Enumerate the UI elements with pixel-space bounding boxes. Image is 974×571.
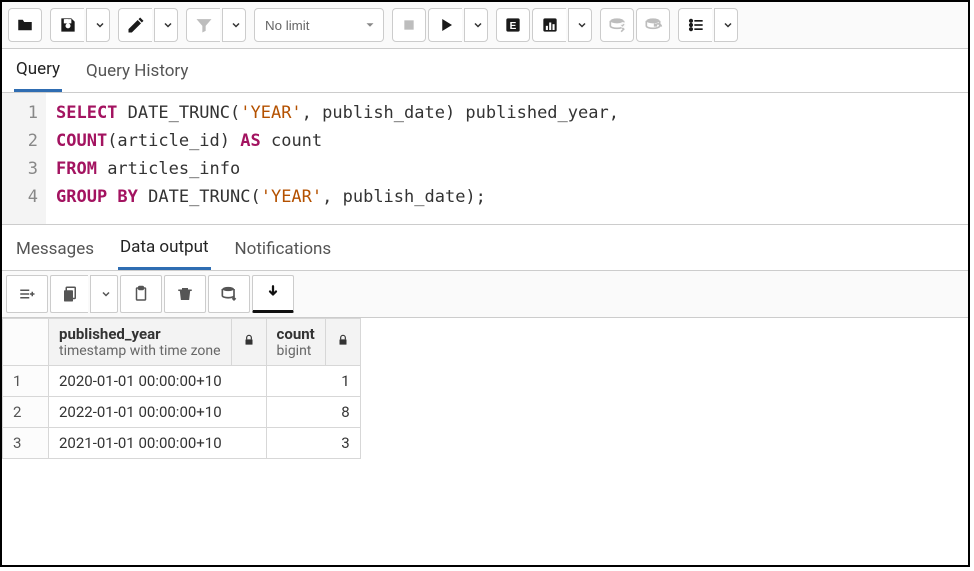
chevron-down-icon [363,18,377,32]
download-button[interactable] [252,275,294,313]
chevron-down-icon [230,19,242,31]
column-header-count[interactable]: count bigint [266,319,325,366]
clipboard-icon [132,284,150,304]
tab-messages[interactable]: Messages [14,231,96,269]
play-icon [437,16,455,34]
chevron-down-icon [576,19,588,31]
chevron-down-icon [94,19,106,31]
column-lock-count [325,319,360,366]
sql-editor[interactable]: 1234 SELECT DATE_TRUNC('YEAR', publish_d… [2,93,968,225]
column-type-label: bigint [277,343,315,359]
explain-icon: E [503,15,523,35]
row-limit-select[interactable]: No limit [254,8,384,42]
data-output-grid: published_year timestamp with time zone … [2,318,968,565]
delete-row-button[interactable] [164,275,206,313]
table-row[interactable]: 12020-01-01 00:00:00+101 [3,366,361,397]
code-line: COUNT(article_id) AS count [56,127,619,155]
chevron-down-icon [472,19,484,31]
row-number[interactable]: 3 [3,428,49,459]
results-toolbar [2,271,968,318]
cell-count[interactable]: 8 [266,397,360,428]
filter-icon [194,15,214,35]
add-row-button[interactable] [6,275,48,313]
edit-dropdown-button[interactable] [154,8,178,42]
rollback-button[interactable] [636,8,670,42]
lock-icon [242,332,256,348]
add-row-icon [16,285,38,303]
tab-data-output[interactable]: Data output [118,229,211,270]
open-file-button[interactable] [8,8,42,42]
save-data-button[interactable] [208,275,250,313]
filter-dropdown-button[interactable] [222,8,246,42]
stop-icon [401,17,417,33]
column-type-label: timestamp with time zone [59,343,221,359]
cell-count[interactable]: 3 [266,428,360,459]
chevron-down-icon [162,19,174,31]
folder-icon [15,16,35,34]
table-row[interactable]: 22022-01-01 00:00:00+108 [3,397,361,428]
line-number: 2 [2,127,38,155]
column-name-label: published_year [59,325,221,343]
explain-analyze-button[interactable] [532,8,566,42]
result-table: published_year timestamp with time zone … [2,318,361,459]
tab-query-history[interactable]: Query History [84,53,190,91]
copy-dropdown-button[interactable] [90,275,118,313]
tab-notifications[interactable]: Notifications [233,231,334,269]
copy-button[interactable] [50,275,88,313]
editor-tabs: Query Query History [2,49,968,93]
editor-gutter: 1234 [2,93,46,224]
paste-button[interactable] [120,275,162,313]
macros-button[interactable] [678,8,712,42]
row-number[interactable]: 2 [3,397,49,428]
filter-button[interactable] [186,8,220,42]
line-number: 3 [2,155,38,183]
copy-icon [61,284,79,304]
save-button[interactable] [50,8,84,42]
pencil-icon [126,15,146,35]
chevron-down-icon [100,288,112,300]
column-name-label: count [277,325,315,343]
download-icon [264,284,282,302]
row-limit-label: No limit [265,18,309,33]
tab-query[interactable]: Query [14,51,62,92]
editor-code[interactable]: SELECT DATE_TRUNC('YEAR', publish_date) … [46,93,629,224]
svg-text:E: E [510,21,517,32]
list-icon [686,15,706,35]
bar-chart-icon [540,15,560,35]
line-number: 1 [2,99,38,127]
save-icon [58,15,78,35]
lock-icon [336,332,350,348]
column-header-published_year[interactable]: published_year timestamp with time zone [49,319,232,366]
line-number: 4 [2,183,38,211]
code-line: FROM articles_info [56,155,619,183]
chevron-down-icon [722,19,734,31]
stop-button[interactable] [392,8,426,42]
grid-corner [3,319,49,366]
edit-button[interactable] [118,8,152,42]
execute-button[interactable] [428,8,462,42]
cell-count[interactable]: 1 [266,366,360,397]
commit-button[interactable] [600,8,634,42]
trash-icon [176,284,194,304]
explain-dropdown-button[interactable] [568,8,592,42]
explain-button[interactable]: E [496,8,530,42]
code-line: GROUP BY DATE_TRUNC('YEAR', publish_date… [56,183,619,211]
macros-dropdown-button[interactable] [714,8,738,42]
code-line: SELECT DATE_TRUNC('YEAR', publish_date) … [56,99,619,127]
cell-published_year[interactable]: 2021-01-01 00:00:00+10 [49,428,267,459]
main-toolbar: No limit E [2,2,968,49]
cell-published_year[interactable]: 2022-01-01 00:00:00+10 [49,397,267,428]
commit-icon [606,15,628,35]
execute-dropdown-button[interactable] [464,8,488,42]
database-save-icon [218,284,240,304]
result-tabs: Messages Data output Notifications [2,225,968,271]
rollback-icon [642,15,664,35]
row-number[interactable]: 1 [3,366,49,397]
save-dropdown-button[interactable] [86,8,110,42]
cell-published_year[interactable]: 2020-01-01 00:00:00+10 [49,366,267,397]
column-lock-published_year [231,319,266,366]
table-row[interactable]: 32021-01-01 00:00:00+103 [3,428,361,459]
